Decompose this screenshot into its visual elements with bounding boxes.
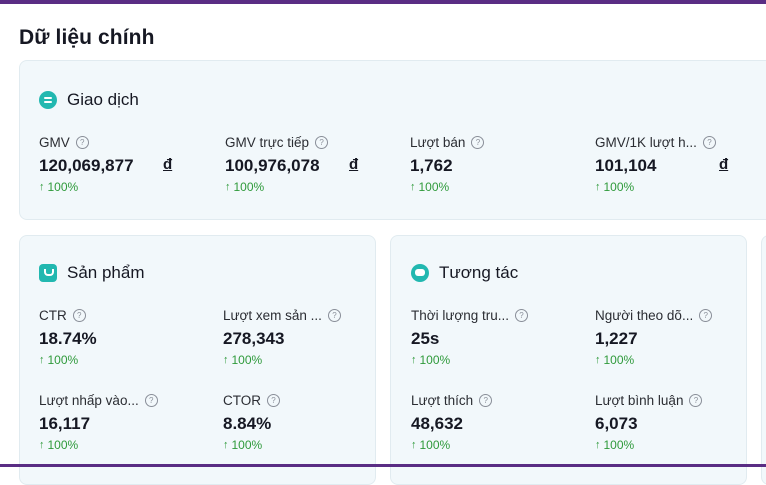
help-icon[interactable]: ? (479, 394, 493, 407)
metric-value: 1,227 (595, 329, 638, 348)
metric-value: 25s (411, 329, 440, 348)
help-icon[interactable]: ? (267, 394, 281, 407)
arrow-up-icon: ↑ (595, 353, 601, 366)
metric-ctor[interactable]: CTOR? 8.84% ↑ 100% (223, 393, 393, 452)
metric-product-views[interactable]: Lượt xem sản ...? 278,343 ↑ 100% (223, 308, 393, 367)
products-title: Sản phẩm (67, 263, 145, 282)
help-icon[interactable]: ? (689, 394, 703, 407)
engagement-card: Tương tác Thời lượng tru...? 25s ↑ 100% N… (390, 235, 747, 485)
arrow-up-icon: ↑ (39, 353, 45, 366)
arrow-up-icon: ↑ (411, 353, 417, 366)
arrow-up-icon: ↑ (595, 180, 601, 193)
arrow-up-icon: ↑ (410, 180, 416, 193)
metric-change: 100% (231, 438, 263, 452)
help-icon[interactable]: ? (315, 136, 329, 149)
metric-sales[interactable]: Lượt bán? 1,762 ↑ 100% (410, 135, 580, 194)
currency-unit: đ (163, 156, 173, 173)
metric-label: GMV (39, 135, 70, 150)
metric-label: CTOR (223, 393, 262, 408)
arrow-up-icon: ↑ (223, 353, 229, 366)
help-icon[interactable]: ? (72, 309, 86, 322)
metric-value: 278,343 (223, 329, 285, 348)
metric-label: Lượt thích (411, 393, 474, 408)
metric-clicks[interactable]: Lượt nhấp vào...? 16,117 ↑ 100% (39, 393, 209, 452)
arrow-up-icon: ↑ (225, 180, 231, 193)
metric-comments[interactable]: Lượt bình luận? 6,073 ↑ 100% (595, 393, 765, 452)
metric-change: 100% (47, 438, 79, 452)
metric-likes[interactable]: Lượt thích? 48,632 ↑ 100% (411, 393, 581, 452)
metric-followers[interactable]: Người theo dõ...? 1,227 ↑ 100% (595, 308, 765, 367)
metric-ctr[interactable]: CTR? 18.74% ↑ 100% (39, 308, 209, 367)
help-icon[interactable]: ? (75, 136, 89, 149)
metric-label: GMV trực tiếp (225, 135, 310, 150)
metric-gmv[interactable]: GMV? 120,069,877 đ ↑ 100% (39, 135, 209, 194)
metric-value: 6,073 (595, 414, 638, 433)
transactions-title: Giao dịch (67, 90, 139, 109)
arrow-up-icon: ↑ (39, 438, 45, 451)
arrow-up-icon: ↑ (223, 438, 229, 451)
section-title: Dữ liệu chính (19, 26, 155, 49)
engagement-header: Tương tác (411, 263, 518, 283)
help-icon[interactable]: ? (515, 309, 529, 322)
metric-change: 100% (418, 180, 450, 194)
metric-change: 100% (603, 438, 635, 452)
currency-unit: đ (349, 156, 359, 173)
transactions-header: Giao dịch (39, 90, 139, 110)
metric-value: 18.74% (39, 329, 97, 348)
shopping-bag-icon (39, 264, 57, 282)
metric-label: Lượt xem sản ... (223, 308, 322, 323)
metric-change: 100% (419, 438, 451, 452)
help-icon[interactable]: ? (327, 309, 341, 322)
metric-change: 100% (603, 180, 635, 194)
metric-change: 100% (231, 353, 263, 367)
products-header: Sản phẩm (39, 263, 145, 283)
metric-value: 1,762 (410, 156, 453, 175)
metric-label: CTR (39, 308, 67, 323)
metric-label: Người theo dõ... (595, 308, 694, 323)
metric-value: 48,632 (411, 414, 463, 433)
engagement-title: Tương tác (439, 263, 519, 282)
chat-icon (411, 264, 429, 282)
transaction-icon (39, 91, 57, 109)
arrow-up-icon: ↑ (411, 438, 417, 451)
metric-value: 16,117 (39, 414, 91, 433)
metric-label: Thời lượng tru... (411, 308, 510, 323)
metric-change: 100% (47, 353, 79, 367)
help-icon[interactable]: ? (471, 136, 485, 149)
metric-watch-duration[interactable]: Thời lượng tru...? 25s ↑ 100% (411, 308, 581, 367)
metric-change: 100% (603, 353, 635, 367)
metric-value: 120,069,877 (39, 156, 134, 175)
help-icon[interactable]: ? (144, 394, 158, 407)
metric-change: 100% (233, 180, 265, 194)
metric-label: GMV/1K lượt h... (595, 135, 697, 150)
arrow-up-icon: ↑ (595, 438, 601, 451)
metric-change: 100% (419, 353, 451, 367)
arrow-up-icon: ↑ (39, 180, 45, 193)
metric-label: Lượt bán (410, 135, 466, 150)
metric-change: 100% (47, 180, 79, 194)
window-frame-top (0, 0, 766, 4)
metric-label: Lượt nhấp vào... (39, 393, 139, 408)
next-card (761, 235, 766, 485)
metric-value: 8.84% (223, 414, 272, 433)
metric-value: 100,976,078 (225, 156, 320, 175)
products-card: Sản phẩm CTR? 18.74% ↑ 100% Lượt xem sản … (19, 235, 376, 485)
currency-unit: đ (719, 156, 729, 173)
transactions-card: Giao dịch GMV? 120,069,877 đ ↑ 100% GMV tr… (19, 60, 766, 220)
help-icon[interactable]: ? (699, 309, 713, 322)
metric-gmv-per-1k[interactable]: GMV/1K lượt h...? 101,104 đ ↑ 100% (595, 135, 765, 194)
help-icon[interactable]: ? (702, 136, 716, 149)
metric-gmv-direct[interactable]: GMV trực tiếp? 100,976,078 đ ↑ 100% (225, 135, 395, 194)
metric-value: 101,104 (595, 156, 657, 175)
metric-label: Lượt bình luận (595, 393, 684, 408)
